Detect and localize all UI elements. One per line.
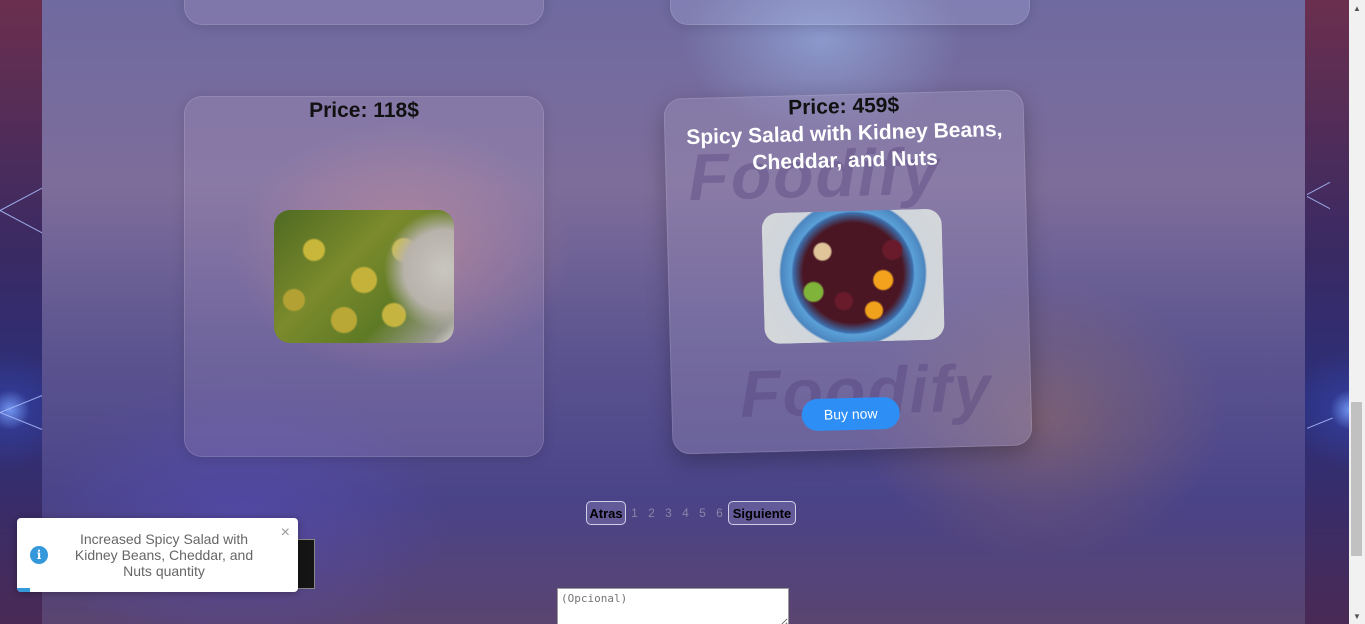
next-page-button[interactable]: Siguiente [728, 501, 796, 525]
product-card-hovered[interactable]: Foodify Foodify Price: 459$ Spicy Salad … [663, 89, 1033, 455]
info-icon: i [30, 546, 48, 564]
pagination: Atras 1 2 3 4 5 6 Siguiente [586, 501, 796, 525]
prev-page-button[interactable]: Atras [586, 501, 626, 525]
product-price: Price: 118$ [309, 99, 419, 122]
toast-progress-bar [17, 588, 30, 592]
page-number[interactable]: 1 [626, 506, 643, 520]
right-decoration [1307, 0, 1349, 624]
scroll-down-arrow-icon[interactable]: ▼ [1349, 608, 1365, 624]
toast-message: Increased Spicy Salad with Kidney Beans,… [74, 531, 254, 579]
notification-toast: i Increased Spicy Salad with Kidney Bean… [17, 518, 298, 592]
scroll-up-arrow-icon[interactable]: ▲ [1349, 0, 1365, 16]
scroll-thumb[interactable] [1351, 402, 1362, 556]
notes-field[interactable] [557, 588, 789, 624]
page-number[interactable]: 2 [643, 506, 660, 520]
page-scrollbar[interactable]: ▲ ▼ [1349, 0, 1365, 624]
product-image [761, 208, 945, 345]
product-card [184, 0, 544, 25]
cart-panel-edge [297, 539, 315, 589]
close-icon[interactable]: × [281, 524, 290, 542]
page-number[interactable]: 5 [694, 506, 711, 520]
buy-now-button[interactable]: Buy now [801, 396, 901, 432]
page-number[interactable]: 4 [677, 506, 694, 520]
product-image [274, 210, 454, 343]
page-number[interactable]: 3 [660, 506, 677, 520]
product-card[interactable]: Price: 118$ [184, 96, 544, 457]
page-number[interactable]: 6 [711, 506, 728, 520]
product-title: Spicy Salad with Kidney Beans, Cheddar, … [685, 117, 1003, 175]
product-card [670, 0, 1030, 25]
